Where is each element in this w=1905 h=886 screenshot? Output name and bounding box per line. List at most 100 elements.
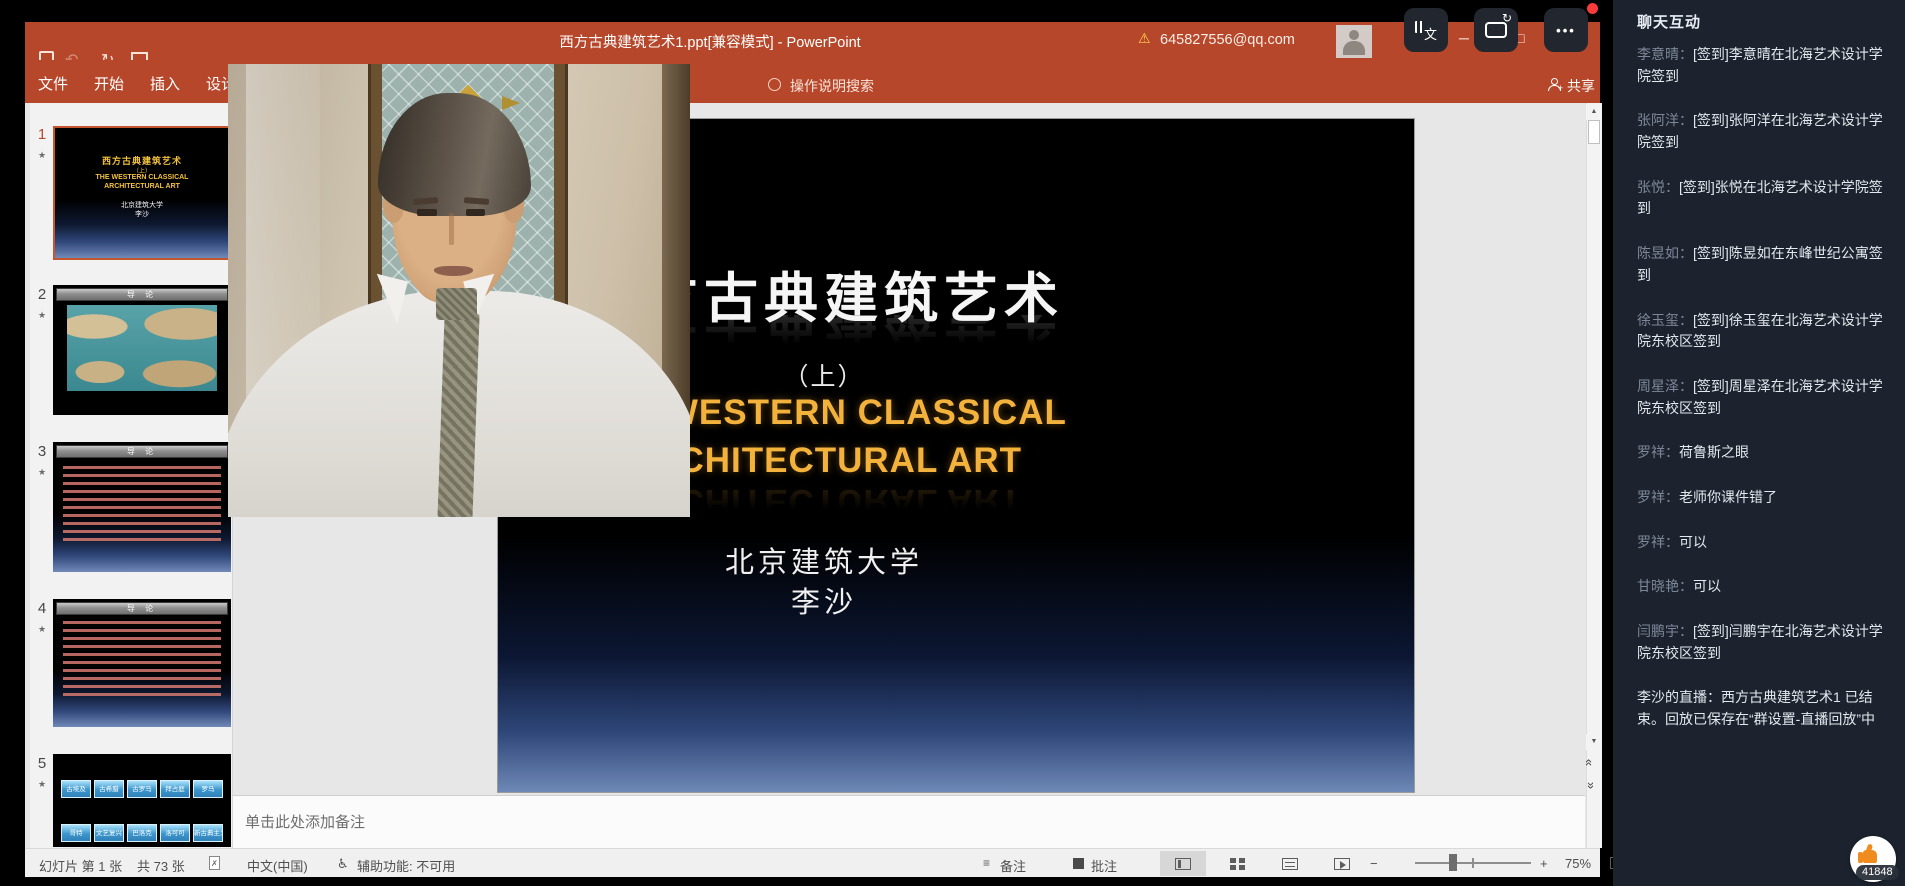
minimize-button[interactable]: ─ [1459,30,1469,46]
thumb3-body-text [63,466,221,544]
thumb5-chip-row-1: 古埃及 古希腊 古罗马 拜占庭 罗马 [61,780,223,798]
tab-home[interactable]: 开始 [94,73,124,94]
chat-system-message: 李沙的直播：西方古典建筑艺术1 已结束。回放已保存在“群设置-直播回放”中 [1637,687,1889,730]
chip-label: 古希腊 [94,780,124,798]
account-email[interactable]: 645827556@qq.com [1160,32,1295,48]
slide-thumbnail-1[interactable]: 西方古典建筑艺术 （上） THE WESTERN CLASSICAL ARCHI… [53,126,231,260]
chip-label: 古埃及 [61,780,91,798]
share-person-icon: + [1548,78,1562,91]
chip-label: 洛可可 [160,824,190,842]
thumb-number-1: 1 [33,126,51,143]
thumb1-author: 李沙 [55,209,229,219]
accessibility-icon: ♿ [337,856,349,872]
thumb2-map-image [67,305,217,391]
slideshow-view-button[interactable] [1325,851,1359,876]
slide-thumbnail-4[interactable]: 导 论 [53,599,231,727]
previous-slide-button[interactable]: « [1586,755,1602,773]
zoom-slider-tick [1472,858,1474,868]
presenter-eye [466,209,485,216]
chat-message: 张悦：[签到]张悦在北海艺术设计学院签到 [1637,177,1889,220]
screen-share-stage: ↶ ↻ ▾ 西方古典建筑艺术1.ppt[兼容模式] - PowerPoint ⚠… [0,0,1905,886]
thumb-number-4: 4 [33,600,51,617]
status-bar: 幻灯片 第 1 张 共 73 张 ✗ 中文(中国) ♿ 辅助功能: 不可用 ≡ … [25,848,1600,877]
presenter-webcam[interactable] [228,64,690,517]
caption-translate-icon: 文 [1415,19,1437,41]
slide-subtitle: （上） [783,363,864,391]
share-button[interactable]: 共享 [1567,76,1595,96]
tell-me-search[interactable]: 操作说明搜索 [790,76,874,96]
thumb4-body-text [63,621,221,701]
chip-label: 哥特 [61,824,91,842]
presenter-tie [437,313,479,517]
slide-position: 幻灯片 第 1 张 [39,856,122,875]
next-slide-button[interactable]: « [1586,778,1602,796]
slide-thumbnail-2[interactable]: 导 论 [53,285,231,415]
presenter-tie-knot [436,288,478,320]
window-title: 西方古典建筑艺术1.ppt[兼容模式] - PowerPoint [500,31,920,52]
avatar-head-icon [1349,30,1359,40]
slide-sorter-view-button[interactable] [1221,851,1255,876]
chat-message: 甘晓艳：可以 [1637,576,1889,598]
presenter-nose [449,213,455,245]
notes-toggle[interactable]: 备注 [1000,856,1026,875]
avatar-body-icon [1343,41,1365,55]
slide-thumbnail-3[interactable]: 导 论 [53,442,231,572]
thumb5-chip-row-2: 哥特 文艺复兴 巴洛克 洛可可 新古典主义 [61,824,223,842]
chip-label: 罗马 [193,780,223,798]
tell-me-icon [768,78,781,91]
thumb1-title-en2: ARCHITECTURAL ART [55,183,229,190]
caption-translate-button[interactable]: 文 [1404,8,1448,52]
notes-placeholder[interactable]: 单击此处添加备注 [245,811,365,832]
slide-author: 李沙 [791,587,857,619]
avatar[interactable] [1336,25,1372,58]
scroll-up-button[interactable]: ▲ [1586,104,1602,120]
chat-message: 罗祥：老师你课件错了 [1637,487,1889,509]
thumb-number-2: 2 [33,286,51,303]
chat-message-list[interactable]: 李意晴：[签到]李意晴在北海艺术设计学院签到 张阿洋：[签到]张阿洋在北海艺术设… [1637,44,1889,754]
animation-star-icon: ★ [33,779,51,790]
chat-message: 张阿洋：[签到]张阿洋在北海艺术设计学院签到 [1637,110,1889,153]
chip-label: 巴洛克 [127,824,157,842]
zoom-out-button[interactable]: − [1370,856,1378,871]
chat-message: 罗祥：荷鲁斯之眼 [1637,442,1889,464]
notification-dot [1587,3,1598,14]
thumb2-header: 导 论 [56,288,228,301]
more-options-icon: ••• [1556,23,1576,38]
scrollbar-thumb[interactable] [1588,120,1600,144]
thumb-number-5: 5 [33,755,51,772]
notes-toggle-icon: ≡ [983,856,990,870]
chip-label: 新古典主义 [193,824,223,842]
accessibility-status[interactable]: 辅助功能: 不可用 [357,856,455,875]
scroll-down-button[interactable]: ▼ [1586,734,1602,750]
spell-check-icon[interactable]: ✗ [209,856,220,870]
chat-message: 罗祥：可以 [1637,532,1889,554]
rotate-screen-button[interactable] [1474,8,1518,52]
chat-message: 周星泽：[签到]周星泽在北海艺术设计学院东校区签到 [1637,376,1889,419]
slide-count: 共 73 张 [137,856,185,875]
comments-toggle[interactable]: 批注 [1091,856,1117,875]
tab-insert[interactable]: 插入 [150,73,180,94]
thumb3-header: 导 论 [56,445,228,458]
chat-panel-title: 聊天互动 [1637,11,1701,32]
normal-view-button[interactable] [1160,851,1206,876]
zoom-level[interactable]: 75% [1565,856,1591,871]
slide-thumbnail-5[interactable]: 古埃及 古希腊 古罗马 拜占庭 罗马 哥特 文艺复兴 巴洛克 洛可可 新古典主义 [53,754,231,847]
warning-icon: ⚠ [1138,30,1151,47]
zoom-in-button[interactable]: + [1540,856,1548,871]
tab-file[interactable]: 文件 [38,73,68,94]
like-count-badge: 41848 [1856,865,1899,880]
comments-icon [1073,858,1084,869]
notes-pane[interactable]: 单击此处添加备注 [233,795,1585,848]
chat-message: 徐玉玺：[签到]徐玉玺在北海艺术设计学院东校区签到 [1637,310,1889,353]
animation-star-icon: ★ [33,150,51,161]
reading-view-button[interactable] [1273,851,1307,876]
zoom-slider-thumb[interactable] [1449,854,1457,871]
chat-message: 闫鹏宇：[签到]闫鹏宇在北海艺术设计学院东校区签到 [1637,621,1889,664]
thumbs-up-icon [1863,850,1877,863]
more-options-button[interactable]: ••• [1544,8,1588,52]
slide-org: 北京建筑大学 [725,547,923,579]
thumb4-header: 导 论 [56,602,228,615]
language-indicator[interactable]: 中文(中国) [247,856,308,875]
animation-star-icon: ★ [33,467,51,478]
rotate-screen-icon [1485,22,1507,38]
